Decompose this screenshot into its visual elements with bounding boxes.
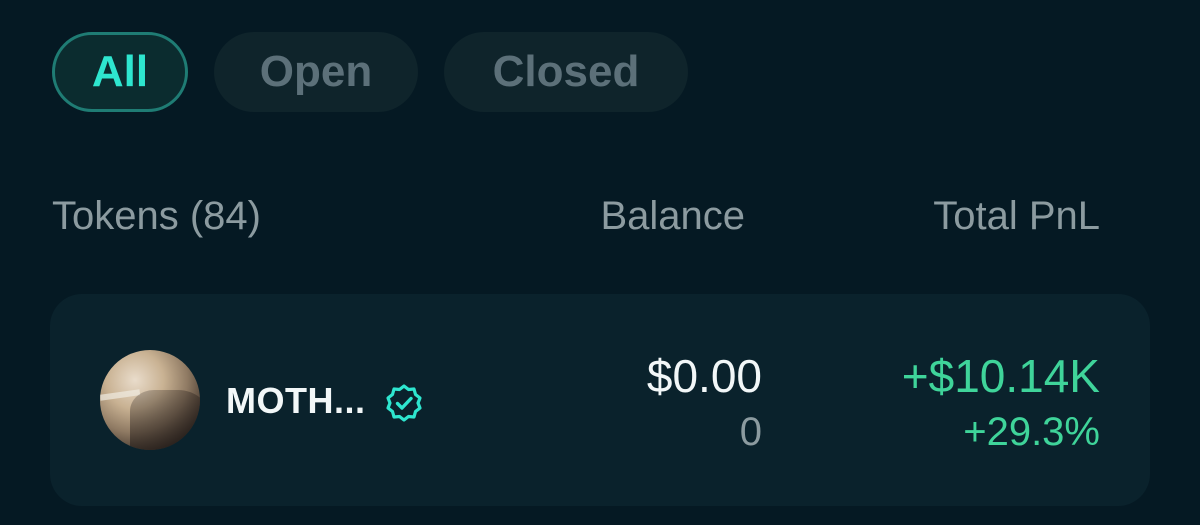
total-pnl-usd: +$10.14K [901, 350, 1100, 402]
tab-closed[interactable]: Closed [444, 32, 688, 112]
total-pnl-percent: +29.3% [963, 410, 1100, 454]
tab-open[interactable]: Open [214, 32, 418, 112]
tab-all[interactable]: All [52, 32, 188, 112]
token-avatar [100, 350, 200, 450]
token-name: MOTH... [226, 380, 366, 421]
balance-usd-value: $0.00 [646, 350, 762, 402]
balance-token-amount: 0 [739, 410, 762, 454]
filter-tabs: All Open Closed [52, 32, 688, 112]
token-row[interactable]: MOTH... $0.00 0 +$10.14K +29.3% [50, 294, 1150, 506]
total-pnl-column-header[interactable]: Total PnL [933, 194, 1100, 239]
tokens-column-header: Tokens (84) [52, 194, 261, 238]
balance-column-header[interactable]: Balance [600, 194, 745, 239]
token-portfolio-panel: All Open Closed Tokens (84) Balance Tota… [0, 0, 1200, 525]
verified-badge-icon [386, 384, 422, 422]
